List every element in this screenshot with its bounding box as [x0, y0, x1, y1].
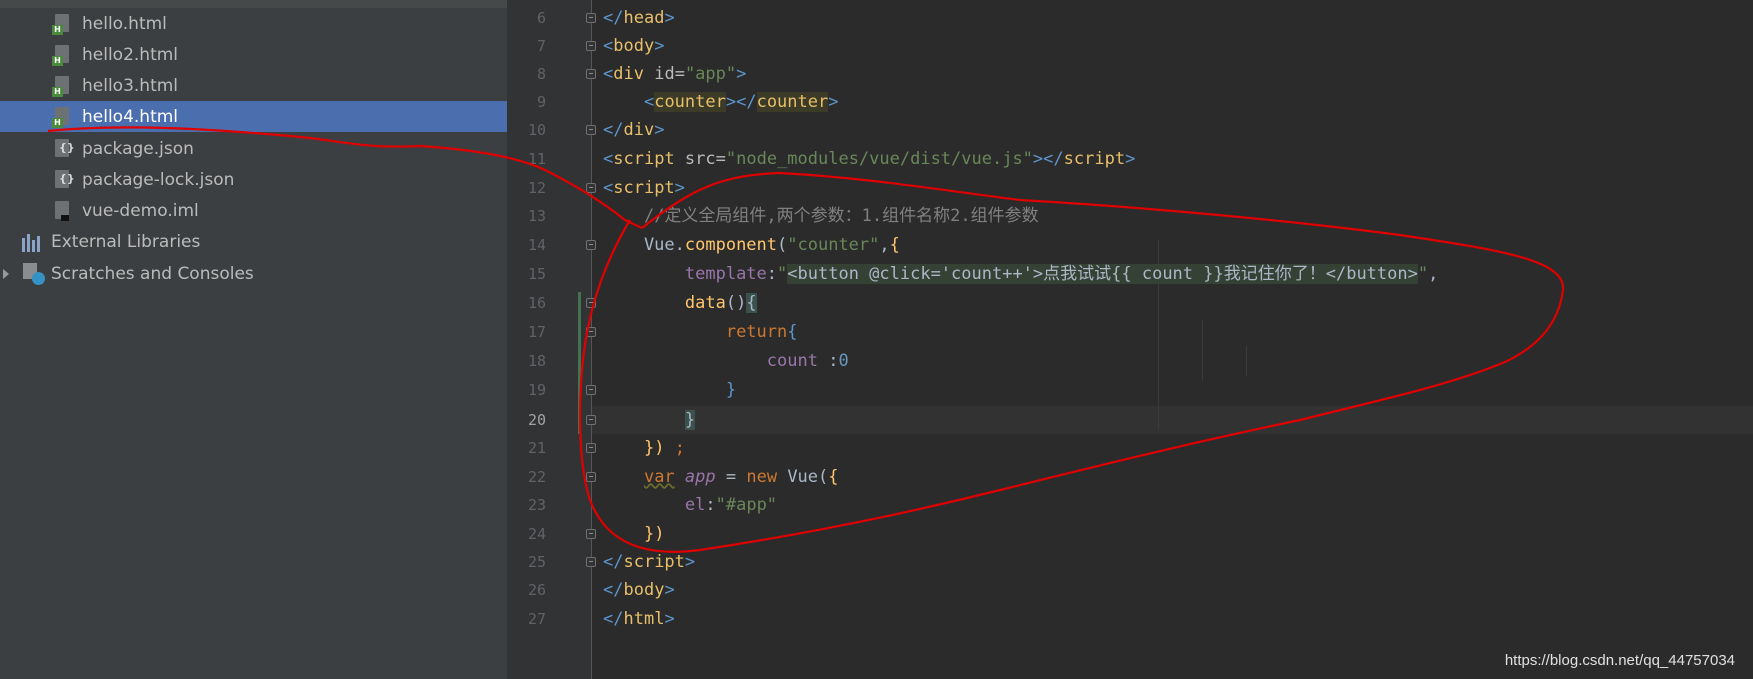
fold-marker-icon[interactable]	[586, 240, 596, 250]
project-tree-panel: H hello.html H hello2.html H hello3.html…	[0, 0, 508, 679]
indent-guide	[1202, 320, 1203, 380]
vcs-change-marker	[578, 292, 581, 434]
file-name: hello2.html	[82, 44, 179, 65]
file-package-lock-json[interactable]: {} package-lock.json	[0, 164, 507, 195]
file-hello3-html[interactable]: H hello3.html	[0, 70, 507, 101]
line-number: 25	[527, 553, 546, 571]
fold-marker-icon[interactable]	[586, 472, 596, 482]
line-number: 10	[527, 121, 546, 139]
code-line[interactable]: <script src="node_modules/vue/dist/vue.j…	[603, 145, 1135, 173]
indent-guide	[1246, 346, 1247, 376]
line-number: 24	[527, 525, 546, 543]
file-name: package-lock.json	[82, 169, 235, 190]
tree-external-libraries[interactable]: External Libraries	[0, 226, 507, 257]
fold-marker-icon[interactable]	[586, 13, 596, 23]
template-string: <button @click='count++'>点我试试{{ count }}…	[787, 264, 1418, 284]
line-number: 7	[536, 37, 546, 55]
fold-marker-icon[interactable]	[586, 557, 596, 567]
watermark-url: https://blog.csdn.net/qq_44757034	[1504, 652, 1735, 669]
file-name: hello3.html	[82, 75, 179, 96]
line-number-active: 20	[527, 411, 546, 429]
code-line[interactable]: <script>	[603, 174, 685, 202]
code-line[interactable]: return{	[603, 318, 798, 346]
fold-marker-icon[interactable]	[586, 298, 596, 308]
code-line[interactable]: <counter></counter>	[603, 88, 838, 116]
html-file-icon: H	[52, 75, 72, 97]
file-hello-html[interactable]: H hello.html	[0, 8, 507, 39]
code-line[interactable]: }	[603, 376, 736, 404]
tree-scratches-consoles[interactable]: Scratches and Consoles	[0, 258, 507, 289]
code-line[interactable]: template:"<button @click='count++'>点我试试{…	[603, 260, 1438, 288]
line-number: 9	[536, 93, 546, 111]
file-name: hello.html	[82, 13, 167, 34]
line-number: 18	[527, 352, 546, 370]
file-hello2-html[interactable]: H hello2.html	[0, 39, 507, 70]
fold-marker-icon[interactable]	[586, 41, 596, 51]
line-number: 16	[527, 294, 546, 312]
gutter-separator	[591, 0, 592, 679]
code-line[interactable]: el:"#app"	[603, 491, 777, 519]
code-line[interactable]: </script>	[603, 548, 695, 576]
code-comment: //定义全局组件,两个参数：1.组件名称2.组件参数	[643, 206, 1039, 226]
fold-marker-icon[interactable]	[586, 183, 596, 193]
code-line-current[interactable]: }	[603, 406, 696, 434]
current-line-highlight	[592, 406, 1753, 434]
code-line[interactable]: </div>	[603, 116, 664, 144]
html-file-icon: H	[52, 13, 72, 35]
file-name: hello4.html	[82, 106, 179, 127]
code-line[interactable]: </body>	[603, 576, 675, 604]
file-name: vue-demo.iml	[82, 200, 199, 221]
code-line[interactable]: var app = new Vue({	[603, 463, 839, 491]
html-file-icon: H	[52, 44, 72, 66]
line-number: 12	[527, 179, 546, 197]
html-file-icon: H	[52, 106, 72, 128]
line-number: 8	[536, 65, 546, 83]
code-line[interactable]: <div id="app">	[603, 60, 746, 88]
line-number: 11	[527, 150, 546, 168]
chevron-right-icon[interactable]	[3, 268, 9, 279]
line-number: 22	[527, 468, 546, 486]
fold-marker-icon[interactable]	[586, 529, 596, 539]
file-name: package.json	[82, 138, 194, 159]
line-number: 19	[527, 381, 546, 399]
code-line[interactable]: }) ;	[603, 434, 685, 462]
file-package-json[interactable]: {} package.json	[0, 133, 507, 164]
line-number: 6	[536, 9, 546, 27]
line-number: 26	[527, 581, 546, 599]
code-line[interactable]: <body>	[603, 32, 664, 60]
json-file-icon: {}	[52, 138, 75, 160]
code-line[interactable]: Vue.component("counter",{	[603, 231, 900, 259]
code-line[interactable]: data(){	[603, 289, 757, 317]
tree-row-clipped	[0, 0, 507, 8]
fold-marker-icon[interactable]	[586, 69, 596, 79]
code-line[interactable]: </head>	[603, 4, 675, 32]
file-vue-demo-iml[interactable]: vue-demo.iml	[0, 195, 507, 226]
line-number: 14	[527, 236, 546, 254]
line-number: 17	[527, 323, 546, 341]
fold-marker-icon[interactable]	[586, 415, 596, 425]
code-editor[interactable]: 6 7 8 9 10 11 12 13 14 15 16 17 18 19 20…	[508, 0, 1753, 679]
tree-label: Scratches and Consoles	[51, 263, 254, 284]
code-line[interactable]: count :0	[603, 347, 849, 375]
fold-marker-icon[interactable]	[586, 385, 596, 395]
code-line[interactable]: })	[603, 520, 664, 548]
fold-marker-icon[interactable]	[586, 327, 596, 337]
fold-marker-icon[interactable]	[586, 125, 596, 135]
line-number: 23	[527, 496, 546, 514]
code-line-comment[interactable]: //定义全局组件,两个参数：1.组件名称2.组件参数	[603, 202, 1039, 230]
json-file-icon: {}	[52, 169, 75, 191]
iml-file-icon	[52, 200, 72, 222]
code-line[interactable]: </html>	[603, 605, 675, 633]
line-number: 21	[527, 439, 546, 457]
line-number: 13	[527, 207, 546, 225]
line-number: 15	[527, 265, 546, 283]
library-icon	[22, 232, 44, 252]
file-hello4-html[interactable]: H hello4.html	[0, 101, 507, 132]
fold-marker-icon[interactable]	[586, 443, 596, 453]
scratches-icon	[23, 262, 45, 285]
tree-label: External Libraries	[51, 231, 201, 252]
line-number: 27	[527, 610, 546, 628]
